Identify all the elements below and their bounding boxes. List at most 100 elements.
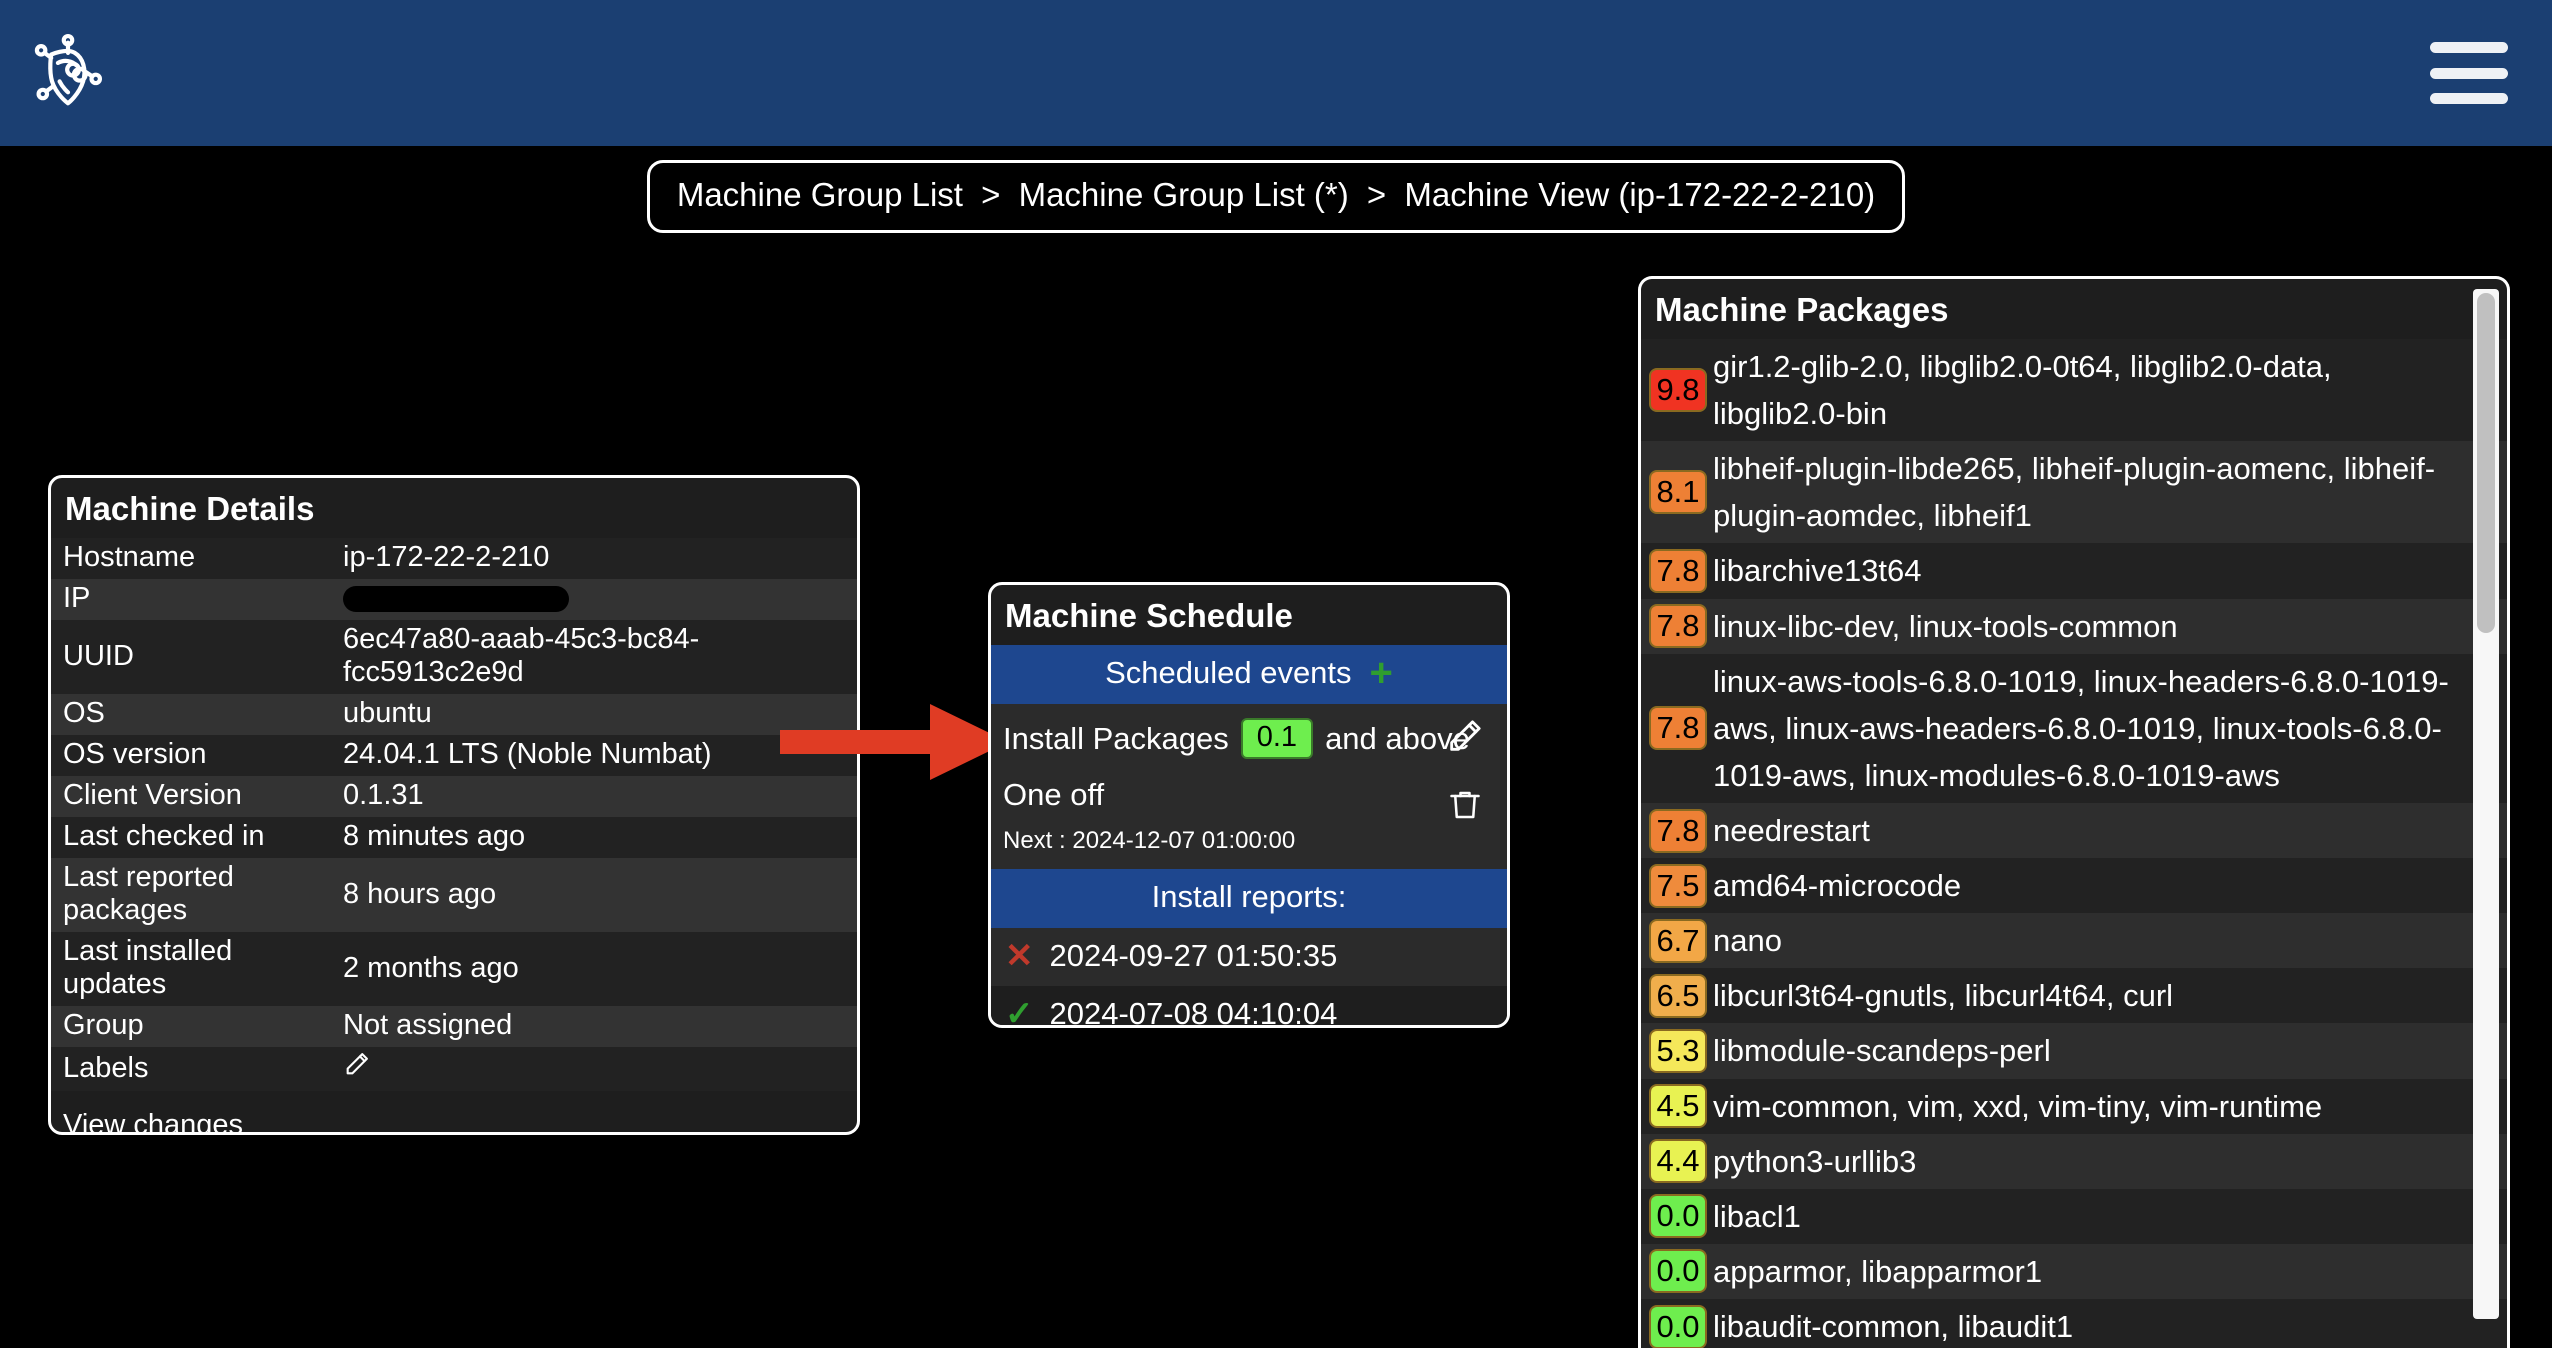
machine-details-row: Last reported packages 8 hours ago bbox=[51, 858, 857, 932]
machine-details-row: Last checked in 8 minutes ago bbox=[51, 817, 857, 858]
install-report-row[interactable]: ✓ 2024-07-08 04:10:04 bbox=[991, 986, 1507, 1028]
package-row[interactable]: 0.0 apparmor, libapparmor1 bbox=[1641, 1243, 2507, 1299]
hamburger-bar bbox=[2430, 67, 2508, 79]
package-row[interactable]: 7.8 linux-aws-tools-6.8.0-1019, linux-hea… bbox=[1641, 653, 2507, 803]
machine-details-row: OS ubuntu bbox=[51, 694, 857, 735]
package-row[interactable]: 8.1 libheif-plugin-libde265, libheif-plug… bbox=[1641, 441, 2507, 544]
package-names: nano bbox=[1713, 923, 1782, 959]
machine-details-key: Last reported packages bbox=[63, 861, 234, 926]
pencil-icon[interactable] bbox=[343, 1053, 371, 1085]
package-names: gir1.2-glib-2.0, libglib2.0-0t64, libgli… bbox=[1713, 349, 2332, 432]
breadcrumb-separator: > bbox=[1366, 176, 1387, 213]
breadcrumb-item-machine-view[interactable]: Machine View (ip-172-22-2-210) bbox=[1404, 176, 1875, 213]
packages-scrollbar-thumb[interactable] bbox=[2477, 293, 2495, 633]
package-row[interactable]: 7.5 amd64-microcode bbox=[1641, 858, 2507, 914]
breadcrumb-container: Machine Group List > Machine Group List … bbox=[0, 160, 2552, 233]
package-row[interactable]: 4.4 python3-urllib3 bbox=[1641, 1133, 2507, 1189]
machine-details-key: Last installed updates bbox=[63, 935, 233, 1000]
package-names: libheif-plugin-libde265, libheif-plugin-… bbox=[1713, 451, 2436, 534]
package-row[interactable]: 5.3 libmodule-scandeps-perl bbox=[1641, 1023, 2507, 1079]
package-row[interactable]: 4.5 vim-common, vim, xxd, vim-tiny, vim-r… bbox=[1641, 1078, 2507, 1134]
machine-details-table: Hostname ip-172-22-2-210 IP UUID 6ec47a80-aa… bbox=[51, 538, 857, 1091]
right-arrow-annotation bbox=[780, 700, 1010, 784]
install-report-timestamp: 2024-07-08 04:10:04 bbox=[1049, 996, 1338, 1028]
machine-packages-panel: Machine Packages 9.8 gir1.2-glib-2.0, lib… bbox=[1638, 276, 2510, 1348]
machine-details-key: Labels bbox=[63, 1051, 149, 1084]
machine-details-key: UUID bbox=[63, 639, 134, 672]
package-severity-badge: 0.0 bbox=[1649, 1249, 1707, 1294]
machine-details-value: 8 hours ago bbox=[343, 877, 497, 910]
package-severity-badge: 8.1 bbox=[1649, 470, 1707, 515]
install-report-row[interactable]: ✕ 2024-09-27 01:50:35 bbox=[991, 928, 1507, 986]
install-reports-list: ✕ 2024-09-27 01:50:35 ✓ 2024-07-08 04:10:04 bbox=[991, 928, 1507, 1028]
package-names: libaudit-common, libaudit1 bbox=[1713, 1308, 2074, 1344]
machine-details-value: ip-172-22-2-210 bbox=[343, 541, 550, 573]
plus-icon[interactable]: + bbox=[1370, 653, 1393, 693]
package-names: linux-libc-dev, linux-tools-common bbox=[1713, 608, 2178, 644]
package-severity-badge: 6.5 bbox=[1649, 973, 1707, 1018]
event-prefix-label: Install Packages bbox=[1003, 720, 1229, 756]
package-row[interactable]: 9.8 gir1.2-glib-2.0, libglib2.0-0t64, lib… bbox=[1641, 339, 2507, 442]
install-report-timestamp: 2024-09-27 01:50:35 bbox=[1049, 938, 1338, 973]
machine-schedule-panel: Machine Schedule Scheduled events + Inst… bbox=[988, 582, 1510, 1028]
machine-details-key: IP bbox=[63, 582, 91, 614]
package-names: libcurl3t64-gnutls, libcurl4t64, curl bbox=[1713, 978, 2174, 1014]
view-changes-label: View changes bbox=[63, 1109, 244, 1135]
event-next-run: Next : 2024-12-07 01:00:00 bbox=[991, 827, 1507, 869]
package-names: python3-urllib3 bbox=[1713, 1143, 1917, 1179]
machine-schedule-title: Machine Schedule bbox=[1005, 597, 1293, 634]
machine-details-title: Machine Details bbox=[65, 490, 315, 527]
pencil-icon[interactable] bbox=[1445, 716, 1485, 761]
machine-details-row: UUID 6ec47a80-aaab-45c3-bc84-fcc5913c2e9d bbox=[51, 620, 857, 694]
hamburger-menu-icon[interactable] bbox=[2430, 42, 2508, 104]
package-names: linux-aws-tools-6.8.0-1019, linux-header… bbox=[1713, 663, 2449, 793]
package-row[interactable]: 0.0 libacl1 bbox=[1641, 1188, 2507, 1244]
machine-packages-title: Machine Packages bbox=[1655, 291, 1949, 328]
machine-details-row: Hostname ip-172-22-2-210 bbox=[51, 538, 857, 579]
packages-scrollbar[interactable] bbox=[2473, 289, 2499, 1319]
install-reports-band: Install reports: bbox=[991, 869, 1507, 928]
machine-details-key: Hostname bbox=[63, 541, 196, 573]
package-names: libacl1 bbox=[1713, 1198, 1801, 1234]
machine-details-key: Client Version bbox=[63, 779, 242, 811]
machine-details-value bbox=[341, 579, 857, 620]
check-icon: ✓ bbox=[1005, 995, 1034, 1028]
package-severity-badge: 7.8 bbox=[1649, 548, 1707, 593]
package-row[interactable]: 6.7 nano bbox=[1641, 913, 2507, 969]
package-row[interactable]: 0.0 libaudit-common, libaudit1 bbox=[1641, 1298, 2507, 1348]
machine-details-row: Group Not assigned bbox=[51, 1006, 857, 1047]
changes-actions: View changes Low Medium High Critical Do… bbox=[51, 1091, 857, 1135]
machine-details-row: IP bbox=[51, 579, 857, 620]
machine-details-value: Not assigned bbox=[343, 1009, 513, 1041]
package-row[interactable]: 7.8 linux-libc-dev, linux-tools-common bbox=[1641, 598, 2507, 654]
package-names: vim-common, vim, xxd, vim-tiny, vim-runt… bbox=[1713, 1088, 2323, 1124]
machine-details-key: Last checked in bbox=[63, 820, 265, 852]
machine-details-row: Client Version 0.1.31 bbox=[51, 776, 857, 817]
hamburger-bar bbox=[2430, 93, 2508, 104]
package-row[interactable]: 7.8 libarchive13t64 bbox=[1641, 543, 2507, 599]
event-threshold-badge[interactable]: 0.1 bbox=[1240, 718, 1314, 759]
machine-details-panel: Machine Details Hostname ip-172-22-2-210 I… bbox=[48, 475, 860, 1135]
package-names: libarchive13t64 bbox=[1713, 553, 1922, 589]
package-severity-badge: 0.0 bbox=[1649, 1304, 1707, 1348]
breadcrumb-separator: > bbox=[981, 176, 1001, 213]
package-names: libmodule-scandeps-perl bbox=[1713, 1033, 2051, 1069]
breadcrumb: Machine Group List > Machine Group List … bbox=[646, 160, 1906, 233]
breadcrumb-item-group-list[interactable]: Machine Group List bbox=[677, 176, 963, 213]
shield-circuit-logo[interactable] bbox=[26, 31, 110, 115]
machine-details-value: 8 minutes ago bbox=[343, 820, 526, 852]
scheduled-events-label: Scheduled events bbox=[1105, 655, 1352, 690]
package-severity-badge: 7.8 bbox=[1649, 706, 1707, 751]
machine-packages-list: 9.8 gir1.2-glib-2.0, libglib2.0-0t64, lib… bbox=[1641, 339, 2507, 1348]
install-reports-label: Install reports: bbox=[1151, 879, 1347, 914]
package-row[interactable]: 7.8 needrestart bbox=[1641, 802, 2507, 859]
scheduled-event-item: Install Packages 0.1 and above One off N… bbox=[991, 704, 1507, 869]
scheduled-events-band: Scheduled events + bbox=[991, 645, 1507, 704]
breadcrumb-item-group-list-star[interactable]: Machine Group List (*) bbox=[1019, 176, 1349, 213]
machine-details-value: 2 months ago bbox=[343, 951, 519, 984]
event-action-icons bbox=[1445, 716, 1485, 828]
package-names: amd64-microcode bbox=[1713, 868, 1962, 904]
package-row[interactable]: 6.5 libcurl3t64-gnutls, libcurl4t64, curl bbox=[1641, 968, 2507, 1024]
trash-icon[interactable] bbox=[1447, 787, 1483, 828]
package-names: apparmor, libapparmor1 bbox=[1713, 1253, 2043, 1289]
